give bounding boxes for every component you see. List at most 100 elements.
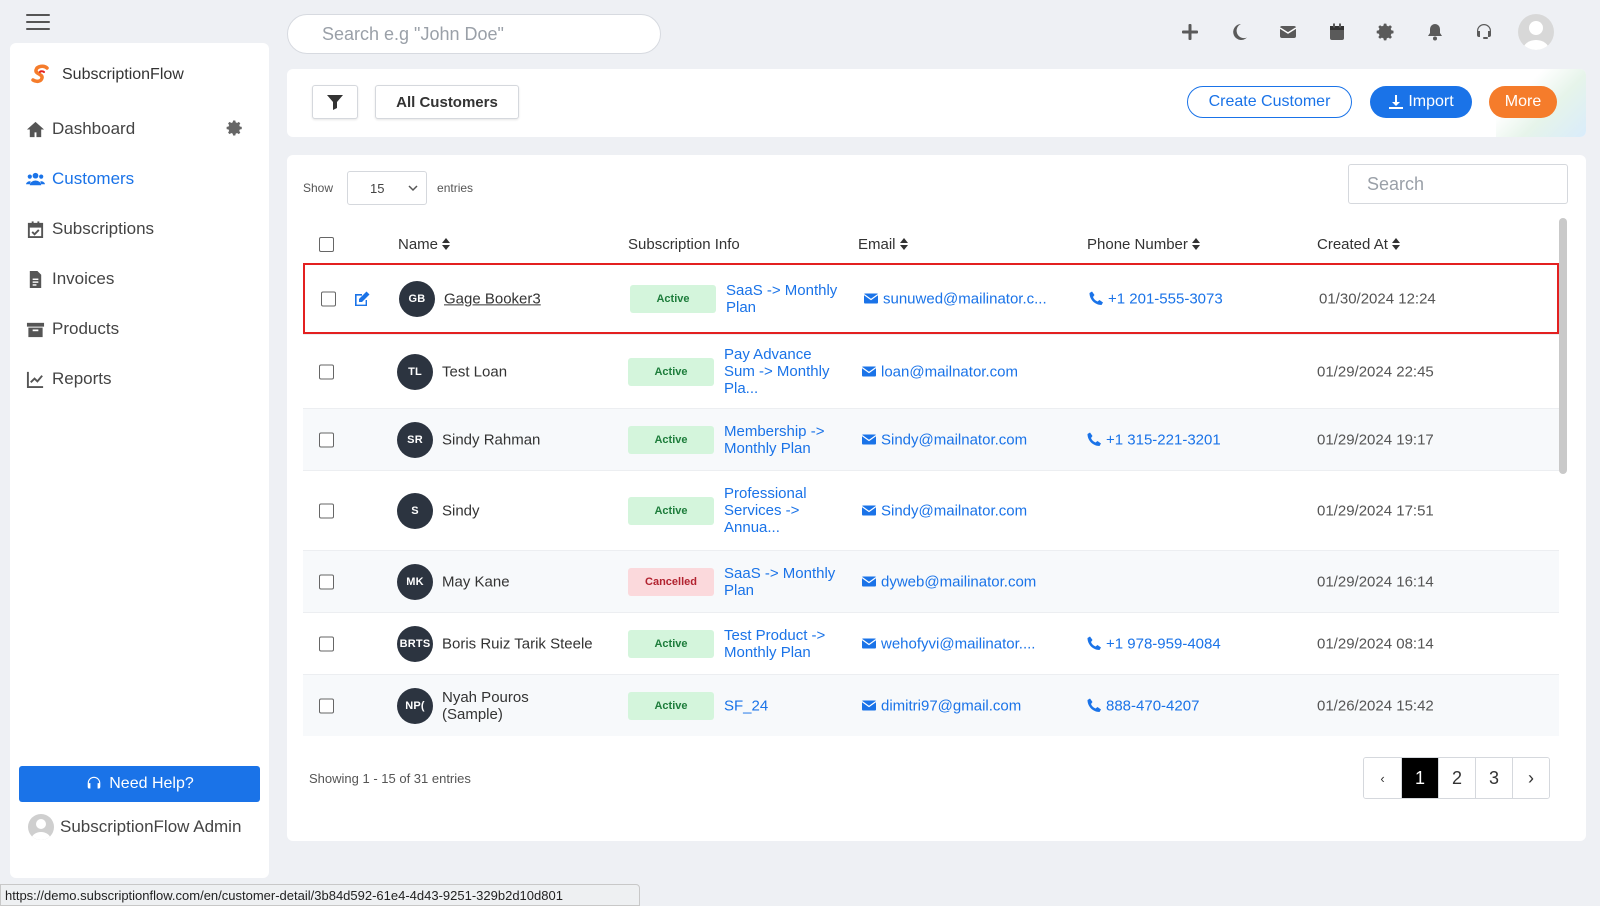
row-checkbox[interactable] — [319, 574, 334, 589]
email-link[interactable]: dyweb@mailinator.com — [862, 573, 1062, 590]
customer-name[interactable]: Test Loan — [442, 363, 612, 380]
create-customer-button[interactable]: Create Customer — [1187, 86, 1352, 118]
table-row[interactable]: MK May Kane Cancelled SaaS -> Monthly Pl… — [303, 550, 1559, 612]
sidebar-item-dashboard[interactable]: Dashboard — [26, 104, 256, 154]
avatar: MK — [397, 563, 433, 600]
row-checkbox-wrap — [319, 636, 334, 651]
sidebar-item-subscriptions[interactable]: Subscriptions — [26, 204, 256, 254]
row-checkbox[interactable] — [319, 698, 334, 713]
phone-icon — [1087, 636, 1101, 650]
email-link[interactable]: Sindy@mailnator.com — [862, 431, 1062, 448]
table-row[interactable]: S Sindy Active Professional Services -> … — [303, 470, 1559, 550]
bell-icon[interactable] — [1410, 12, 1459, 52]
select-all-checkbox[interactable] — [319, 236, 334, 252]
customer-name[interactable]: Sindy — [442, 502, 612, 519]
download-icon — [1389, 95, 1404, 109]
email-link[interactable]: sunuwed@mailinator.c... — [864, 290, 1064, 307]
gear-icon[interactable] — [1361, 12, 1410, 52]
sidebar-item-invoices[interactable]: Invoices — [26, 254, 256, 304]
page-2-button[interactable]: 2 — [1438, 758, 1475, 798]
table-header: Name Subscription Info Email Phone Numbe… — [303, 219, 1559, 269]
more-button[interactable]: More — [1489, 86, 1557, 118]
table-search-input[interactable] — [1348, 164, 1568, 204]
avatar: TL — [397, 353, 433, 390]
column-name-label: Name — [398, 235, 439, 253]
subscription-plan-link[interactable]: Membership -> Monthly Plan — [724, 422, 842, 457]
subscription-plan-link[interactable]: Test Product -> Monthly Plan — [724, 626, 842, 661]
calendar-icon[interactable] — [1312, 12, 1361, 52]
sidebar-item-customers[interactable]: Customers — [26, 154, 256, 204]
mail-icon[interactable] — [1263, 12, 1312, 52]
column-email[interactable]: Email — [858, 236, 908, 253]
phone-link[interactable]: +1 978-959-4084 — [1087, 635, 1221, 652]
column-phone[interactable]: Phone Number — [1087, 236, 1200, 253]
user-avatar[interactable] — [1518, 14, 1554, 50]
headset-icon[interactable] — [1459, 12, 1508, 52]
hamburger-menu-icon[interactable] — [26, 14, 50, 30]
table-row[interactable]: GB Gage Booker3 Active SaaS -> Monthly P… — [303, 263, 1559, 334]
email-link[interactable]: wehofyvi@mailinator.... — [862, 635, 1062, 652]
email-text: dimitri97@gmail.com — [881, 697, 1022, 714]
moon-icon[interactable] — [1214, 12, 1263, 52]
row-checkbox[interactable] — [319, 503, 334, 518]
table-row[interactable]: NP( Nyah Pouros (Sample) Active SF_24 di… — [303, 674, 1559, 736]
sidebar-item-label: Products — [52, 319, 120, 338]
phone-link[interactable]: +1 201-555-3073 — [1089, 290, 1223, 307]
subscription-plan-link[interactable]: Pay Advance Sum -> Monthly Pla... — [724, 346, 842, 398]
all-customers-button[interactable]: All Customers — [375, 85, 519, 119]
import-button[interactable]: Import — [1370, 86, 1472, 118]
column-email-label: Email — [858, 235, 896, 253]
global-search-input[interactable] — [287, 14, 661, 54]
email-text: wehofyvi@mailinator.... — [881, 635, 1036, 652]
sidebar-item-label: Invoices — [52, 269, 115, 288]
email-link[interactable]: dimitri97@gmail.com — [862, 697, 1062, 714]
filter-button[interactable] — [312, 85, 358, 119]
edit-icon[interactable] — [353, 290, 371, 308]
column-created-at[interactable]: Created At — [1317, 236, 1400, 253]
column-name[interactable]: Name — [398, 235, 451, 253]
email-text: loan@mailnator.com — [881, 363, 1018, 380]
subscription-plan-link[interactable]: SF_24 — [724, 697, 842, 714]
admin-name: SubscriptionFlow Admin — [60, 817, 242, 836]
page-size-select[interactable]: 15 — [347, 171, 428, 205]
email-text: Sindy@mailnator.com — [881, 502, 1028, 519]
subscription-plan-link[interactable]: SaaS -> Monthly Plan — [724, 564, 842, 599]
customer-name[interactable]: May Kane — [442, 573, 612, 590]
table-row[interactable]: SR Sindy Rahman Active Membership -> Mon… — [303, 408, 1559, 470]
row-checkbox[interactable] — [321, 291, 336, 306]
brand[interactable]: SubscriptionFlow — [28, 63, 184, 87]
row-checkbox[interactable] — [319, 636, 334, 651]
page-3-button[interactable]: 3 — [1475, 758, 1512, 798]
phone-link[interactable]: 888-470-4207 — [1087, 697, 1199, 714]
phone-icon — [1089, 291, 1103, 305]
phone-link[interactable]: +1 315-221-3201 — [1087, 431, 1221, 448]
email-link[interactable]: loan@mailnator.com — [862, 363, 1062, 380]
customer-name-link[interactable]: Gage Booker3 — [444, 290, 614, 307]
admin-profile[interactable]: SubscriptionFlow Admin — [28, 814, 241, 840]
customer-name[interactable]: Sindy Rahman — [442, 431, 612, 448]
filter-icon — [327, 95, 343, 110]
table-row[interactable]: TL Test Loan Active Pay Advance Sum -> M… — [303, 334, 1559, 408]
envelope-icon — [864, 293, 878, 304]
subscription-plan-link[interactable]: SaaS -> Monthly Plan — [726, 281, 844, 316]
status-badge: Active — [628, 357, 714, 386]
dashboard-gear-icon[interactable] — [226, 119, 244, 137]
email-link[interactable]: Sindy@mailnator.com — [862, 502, 1062, 519]
created-at: 01/29/2024 08:14 — [1317, 635, 1434, 652]
page-1-button[interactable]: 1 — [1401, 758, 1438, 798]
customer-name[interactable]: Boris Ruiz Tarik Steele — [442, 635, 612, 652]
subscription-plan-link[interactable]: Professional Services -> Annua... — [724, 485, 842, 537]
sidebar-item-label: Customers — [52, 169, 135, 188]
phone-text: +1 978-959-4084 — [1106, 635, 1221, 652]
table-row[interactable]: BRTS Boris Ruiz Tarik Steele Active Test… — [303, 612, 1559, 674]
table-scrollbar[interactable] — [1559, 218, 1567, 474]
sidebar-item-products[interactable]: Products — [26, 304, 256, 354]
row-checkbox[interactable] — [319, 364, 334, 379]
prev-page-button[interactable]: ‹ — [1364, 758, 1401, 798]
next-page-button[interactable]: › — [1512, 758, 1549, 798]
customer-name[interactable]: Nyah Pouros (Sample) — [442, 688, 542, 723]
plus-icon[interactable] — [1165, 12, 1214, 52]
sidebar-item-reports[interactable]: Reports — [26, 354, 256, 404]
row-checkbox[interactable] — [319, 432, 334, 447]
need-help-button[interactable]: Need Help? — [19, 766, 260, 802]
